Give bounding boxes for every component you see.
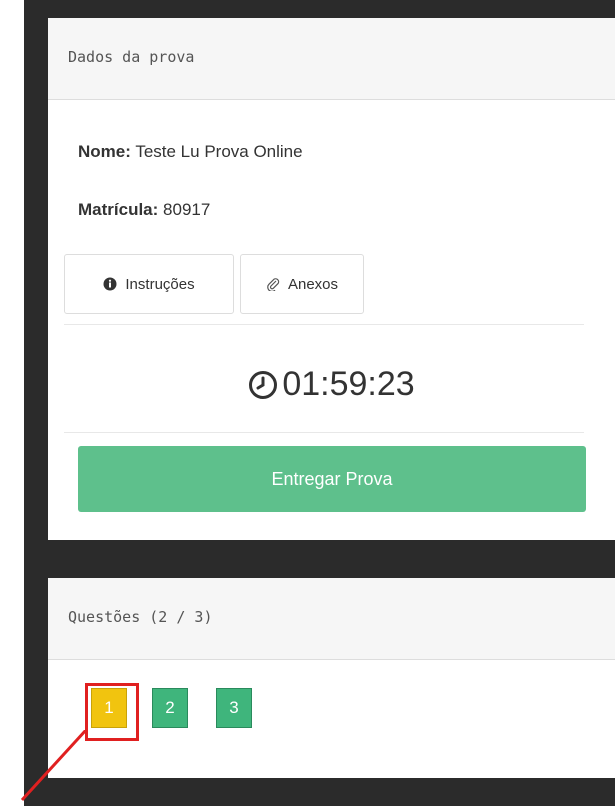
panel-header-exam: Dados da prova xyxy=(48,18,615,100)
annotation-arrow xyxy=(20,730,88,802)
registration-value: 80917 xyxy=(163,200,211,219)
info-icon xyxy=(103,277,117,291)
highlight-box xyxy=(85,683,139,741)
name-label: Nome: xyxy=(78,142,131,161)
question-button-2[interactable]: 2 xyxy=(152,688,188,728)
divider xyxy=(64,324,584,325)
submit-exam-button[interactable]: Entregar Prova xyxy=(78,446,586,512)
name-row: Nome: Teste Lu Prova Online xyxy=(78,142,303,162)
registration-label: Matrícula: xyxy=(78,200,159,219)
exam-timer: 01:59:23 xyxy=(48,365,615,404)
registration-row: Matrícula: 80917 xyxy=(78,200,210,220)
paperclip-icon xyxy=(267,278,280,291)
attachments-label: Anexos xyxy=(287,275,339,293)
instructions-button[interactable]: Instruções xyxy=(64,254,234,314)
divider xyxy=(64,432,584,433)
attachments-button[interactable]: Anexos xyxy=(240,254,364,314)
question-button-3[interactable]: 3 xyxy=(216,688,252,728)
questions-panel: Questões (2 / 3) 1 2 3 xyxy=(48,578,615,778)
panel-header-questions: Questões (2 / 3) xyxy=(48,578,615,660)
timer-value: 01:59:23 xyxy=(282,365,415,403)
clock-icon xyxy=(249,370,278,399)
exam-data-panel: Dados da prova Nome: Teste Lu Prova Onli… xyxy=(48,18,615,540)
name-value: Teste Lu Prova Online xyxy=(135,142,303,161)
instructions-label: Instruções xyxy=(125,275,195,293)
